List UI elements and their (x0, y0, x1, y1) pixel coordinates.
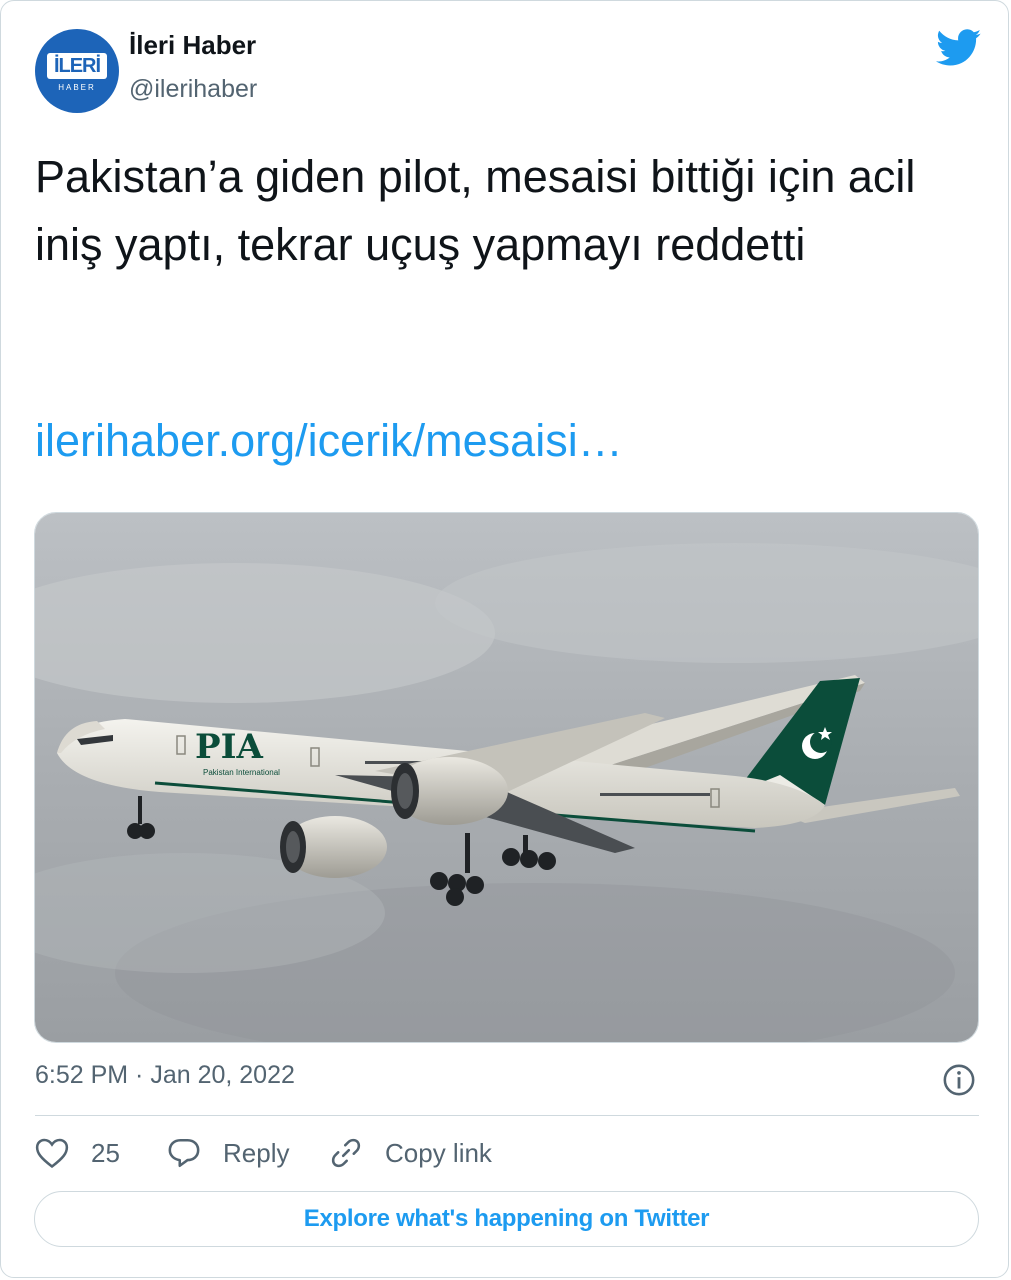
explore-twitter-button[interactable]: Explore what's happening on Twitter (34, 1191, 979, 1247)
tweet-card[interactable]: İLERİ HABER İleri Haber @ilerihaber Paki… (0, 0, 1009, 1278)
livery-text: PIA (195, 727, 263, 767)
info-icon[interactable] (942, 1063, 976, 1097)
copy-link-label: Copy link (385, 1137, 492, 1168)
airplane-photo: PIA Pakistan International (35, 513, 978, 1042)
twitter-bird-icon[interactable] (936, 29, 982, 67)
avatar-logo-text: İLERİ (47, 53, 107, 79)
tweet-text: Pakistan’a giden pilot, mesaisi bittiği … (35, 151, 916, 270)
copy-link-button[interactable]: Copy link (329, 1133, 492, 1173)
divider (35, 1115, 979, 1116)
avatar-logo-subtext: HABER (58, 83, 96, 92)
author-name[interactable]: İleri Haber (129, 30, 256, 61)
heart-icon (35, 1138, 69, 1169)
author-handle[interactable]: @ilerihaber (129, 75, 257, 104)
tweet-media-image[interactable]: PIA Pakistan International (34, 512, 979, 1043)
like-button[interactable]: 25 (35, 1133, 120, 1173)
reply-bubble-icon (168, 1138, 200, 1168)
tweet-link[interactable]: ilerihaber.org/icerik/mesaisi… (35, 407, 623, 475)
reply-label: Reply (223, 1137, 290, 1168)
livery-subtext: Pakistan International (203, 768, 280, 777)
link-icon (331, 1138, 361, 1168)
avatar[interactable]: İLERİ HABER (35, 29, 119, 113)
reply-button[interactable]: Reply (167, 1133, 289, 1173)
like-count: 25 (91, 1137, 120, 1168)
tweet-timestamp[interactable]: 6:52 PM · Jan 20, 2022 (35, 1061, 295, 1090)
